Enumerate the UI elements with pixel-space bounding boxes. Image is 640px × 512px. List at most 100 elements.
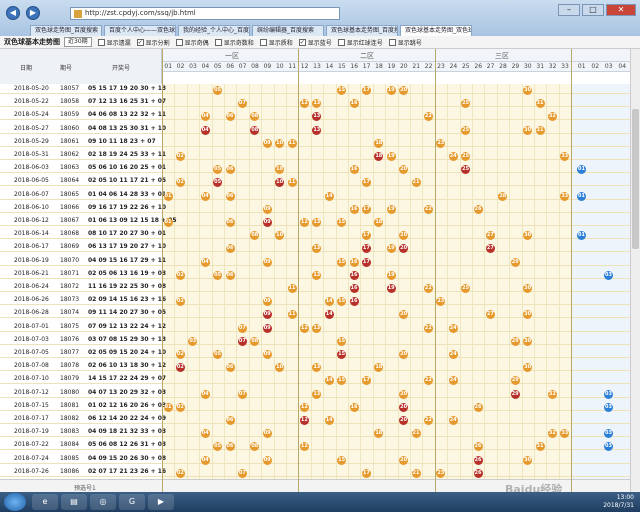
option-label: 显示质和	[268, 39, 293, 47]
red-ball: 17	[361, 86, 371, 95]
option-1[interactable]: ✓ 显示分割	[136, 38, 170, 47]
option-checkbox[interactable]	[337, 38, 345, 46]
period-select[interactable]: 近30期	[64, 37, 92, 47]
taskbar-explorer-icon[interactable]: ▤	[61, 494, 87, 510]
table-row: 2018-07-15 18081 01 02 12 16 20 26 + 03	[0, 401, 630, 411]
tab-jingyan[interactable]: 我的经验_个人中心_百度经验	[178, 25, 250, 36]
red-ball: 26	[473, 204, 483, 214]
option-checkbox[interactable]	[214, 38, 222, 46]
option-checkbox[interactable]	[259, 38, 267, 46]
taskbar-ie-icon[interactable]: e	[32, 494, 58, 510]
red-ball: 19	[386, 270, 396, 280]
taskbar-game-icon[interactable]: G	[119, 494, 145, 510]
table-row: 2018-06-10 18066 09 16 17 19 22 26 + 10	[0, 203, 630, 213]
tab-trend-search[interactable]: 双色球基本走势图_百度搜索	[326, 25, 398, 36]
row-numbers: 04 07 13 20 29 32 + 03	[88, 388, 167, 396]
forward-button[interactable]: ▶	[26, 6, 40, 20]
red-ball: 07	[237, 336, 247, 346]
clock-time: 13:00	[616, 494, 634, 501]
red-ball: 06	[225, 363, 235, 373]
red-ball: 11	[287, 178, 297, 188]
row-date: 2018-07-01	[14, 322, 49, 330]
option-4[interactable]: 显示质和	[259, 38, 293, 47]
row-date: 2018-06-14	[14, 230, 49, 238]
taskbar-clock[interactable]: 13:00 2018/7/31	[603, 494, 634, 510]
blue-ball: 03	[604, 270, 613, 280]
option-checkbox[interactable]: ✓	[136, 38, 144, 46]
row-date: 2018-07-22	[14, 441, 49, 449]
option-7[interactable]: 显示跳号	[388, 38, 422, 47]
red-ball: 09	[262, 429, 272, 439]
red-col-header: 23	[437, 63, 445, 70]
red-col-header: 17	[362, 63, 371, 70]
row-numbers: 06 13 17 19 20 27 + 10	[88, 243, 167, 251]
back-button[interactable]: ◀	[6, 6, 20, 20]
red-ball: 26	[473, 468, 483, 478]
address-bar[interactable]: http://zst.cpdyj.com/ssq/jb.html	[70, 6, 340, 20]
red-ball: 02	[175, 468, 185, 478]
red-col-header: 03	[189, 63, 197, 70]
row-issue: 18079	[60, 375, 80, 383]
red-col-header: 05	[213, 63, 222, 70]
red-col-header: 18	[375, 63, 383, 70]
option-0[interactable]: 显示遗漏	[97, 38, 131, 47]
tab-baidu-center[interactable]: 百度个人中心——双色球	[104, 25, 176, 36]
minimize-button[interactable]: –	[558, 4, 580, 16]
red-ball: 26	[473, 442, 483, 452]
option-checkbox[interactable]	[175, 38, 183, 46]
red-ball: 13	[312, 125, 322, 135]
start-button-icon[interactable]	[4, 493, 26, 511]
row-issue: 18066	[60, 203, 80, 211]
tab-editor[interactable]: 缤纷编辑器_百度搜索	[252, 25, 324, 36]
row-date: 2018-06-03	[14, 164, 49, 172]
option-5[interactable]: ✓ 显示蓝号	[298, 38, 332, 47]
red-ball: 25	[461, 125, 471, 135]
red-ball: 24	[448, 152, 458, 161]
table-row: 2018-07-24 18085 04 09 15 20 26 30 + 08	[0, 454, 630, 464]
table-row: 2018-07-26 18086 02 07 17 21 23 26 + 16	[0, 467, 630, 477]
option-checkbox[interactable]	[388, 38, 396, 46]
row-numbers: 04 09 15 16 17 29 + 11	[88, 256, 167, 264]
tab-trend-chart[interactable]: 双色球基本走势图_双色球	[400, 25, 472, 36]
row-numbers: 04 08 13 25 30 31 + 10	[88, 124, 167, 132]
red-ball: 02	[175, 350, 185, 359]
red-ball: 09	[262, 138, 272, 148]
row-issue: 18077	[60, 349, 80, 356]
taskbar-app-icon[interactable]: ◎	[90, 494, 116, 510]
red-ball: 17	[361, 204, 371, 214]
red-col-header: 28	[499, 63, 507, 70]
row-issue: 18080	[60, 388, 80, 396]
option-6[interactable]: 显示红球连号	[337, 38, 383, 47]
tab-baidu-search[interactable]: 双色球走势图_百度搜索	[30, 25, 102, 36]
scroll-thumb[interactable]	[632, 109, 639, 249]
option-checkbox[interactable]: ✓	[298, 38, 306, 46]
option-3[interactable]: 显示奇数和	[214, 38, 254, 47]
red-ball: 19	[386, 152, 396, 161]
red-ball: 15	[337, 336, 347, 346]
red-col-header: 01	[164, 63, 173, 70]
zone-divider	[162, 49, 163, 492]
red-ball: 05	[213, 270, 223, 280]
row-date: 2018-06-26	[14, 296, 49, 304]
row-date: 2018-05-22	[14, 98, 49, 106]
option-checkbox[interactable]	[97, 38, 105, 46]
row-issue: 18070	[60, 256, 80, 264]
row-issue: 18069	[60, 243, 80, 251]
row-date: 2018-05-27	[14, 124, 49, 132]
row-date: 2018-07-26	[14, 467, 49, 475]
red-ball: 13	[312, 323, 322, 333]
blue-ball: 01	[577, 191, 586, 201]
close-button[interactable]: ✕	[606, 4, 636, 16]
row-numbers: 11 16 19 22 25 30 + 08	[88, 283, 167, 290]
nav-row: ◀ ▶ http://zst.cpdyj.com/ssq/jb.html – □…	[0, 4, 640, 22]
taskbar-media-icon[interactable]: ▶	[148, 494, 174, 510]
maximize-button[interactable]: □	[582, 4, 604, 16]
red-ball: 08	[250, 125, 260, 135]
window-controls: – □ ✕	[556, 4, 636, 16]
site-favicon-icon	[74, 9, 82, 18]
vertical-scrollbar[interactable]	[630, 49, 640, 492]
row-date: 2018-05-31	[14, 151, 49, 158]
red-col-header: 19	[387, 63, 396, 70]
red-ball: 06	[225, 442, 235, 452]
option-2[interactable]: 显示奇偶	[175, 38, 209, 47]
